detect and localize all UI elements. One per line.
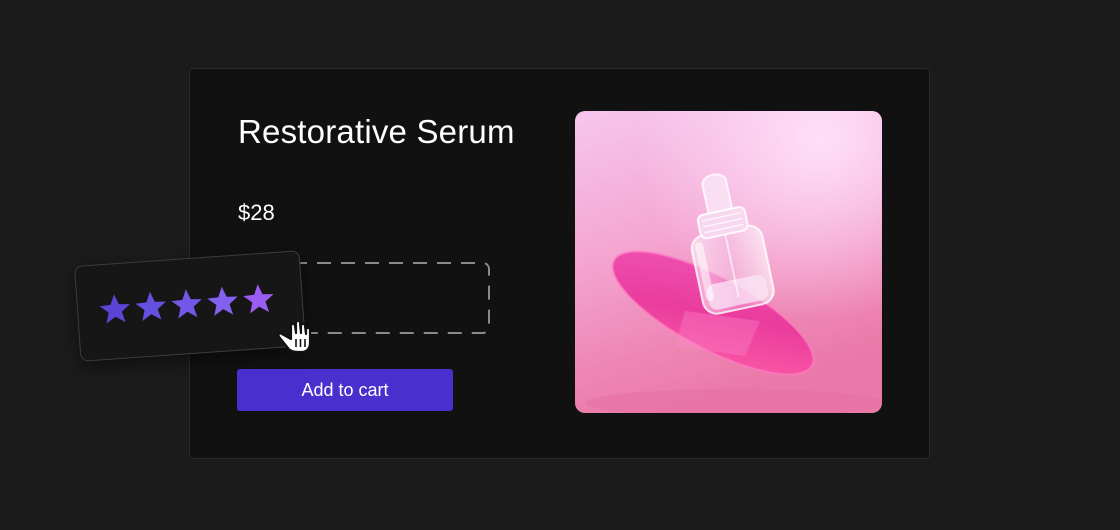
page-canvas: Restorative Serum $28 Add to cart <box>0 0 1120 530</box>
star-icon[interactable] <box>133 289 169 325</box>
star-icon[interactable] <box>97 291 133 327</box>
dashed-border <box>286 262 490 334</box>
stars-row <box>97 281 277 327</box>
star-icon[interactable] <box>169 286 205 322</box>
product-image <box>575 111 882 413</box>
add-to-cart-button[interactable]: Add to cart <box>237 369 453 411</box>
star-icon[interactable] <box>205 284 241 320</box>
rating-drop-zone[interactable] <box>286 262 490 334</box>
product-price: $28 <box>238 200 275 225</box>
product-title: Restorative Serum <box>238 113 515 150</box>
grab-hand-icon <box>277 319 312 354</box>
